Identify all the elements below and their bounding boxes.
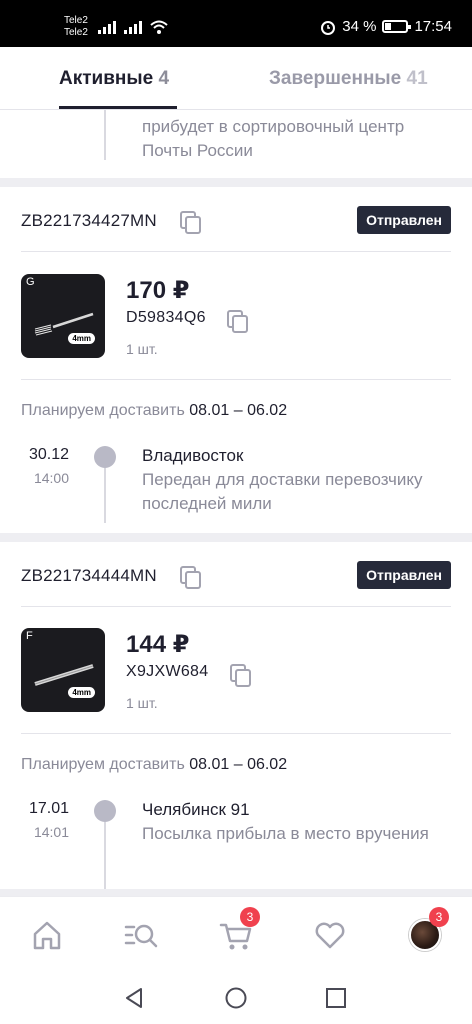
product-price: 170 ₽: [126, 277, 190, 304]
carrier-2: Tele2: [64, 27, 88, 38]
product-image[interactable]: F 4mm: [21, 628, 105, 712]
heart-icon: [315, 922, 345, 949]
tab-active[interactable]: Активные 4: [59, 68, 169, 90]
divider: [21, 379, 451, 380]
wifi-icon: [150, 20, 168, 34]
fork-tool-icon: [34, 312, 94, 336]
copy-icon[interactable]: [230, 664, 251, 687]
event-time: 14:00: [33, 470, 69, 486]
nav-catalog[interactable]: [121, 915, 161, 955]
signal-indicators: [98, 20, 168, 34]
tab-active-label: Активные: [59, 68, 154, 89]
recents-icon[interactable]: [324, 986, 348, 1010]
timeline-dot: [94, 800, 116, 822]
divider: [21, 733, 451, 734]
divider: [21, 606, 451, 607]
status-badge: Отправлен: [357, 561, 451, 589]
copy-icon[interactable]: [227, 310, 248, 333]
home-circle-icon[interactable]: [224, 986, 248, 1010]
timeline-line: [104, 822, 106, 889]
product-quantity: 1 шт.: [126, 695, 158, 711]
product-price: 144 ₽: [126, 631, 190, 658]
event-city: Владивосток: [142, 446, 244, 465]
timeline-line: [104, 468, 106, 523]
active-tab-indicator: [59, 106, 177, 109]
delivery-estimate: Планируем доставить 08.01 – 06.02: [21, 402, 287, 420]
carrier-names: Tele2 Tele2: [64, 15, 88, 39]
tracking-number: ZB221734427MN: [21, 211, 157, 230]
event-date: 17.01: [28, 800, 69, 817]
tab-completed[interactable]: Завершенные 41: [269, 68, 428, 90]
delivery-estimate-label: Планируем доставить: [21, 756, 185, 773]
shipment-card[interactable]: ZB221734427MN Отправлен G 4mm 170 ₽ D598…: [0, 187, 472, 533]
previous-shipment-fragment: прибудет в сортировочный центр Почты Рос…: [0, 110, 472, 178]
nav-cart[interactable]: 3: [216, 907, 260, 955]
home-icon: [33, 921, 61, 950]
battery-icon: [382, 20, 412, 33]
divider: [21, 251, 451, 252]
battery-percent: 34 %: [342, 18, 377, 35]
bottom-navigation: 3 3: [0, 896, 472, 974]
product-image-size-label: 4mm: [68, 333, 95, 344]
profile-notification-badge: 3: [429, 907, 449, 927]
status-badge: Отправлен: [357, 206, 451, 234]
status-bar: Tele2 Tele2 34 % 17:54: [0, 0, 472, 47]
clock: 17:54: [414, 18, 452, 35]
event-date: 30.12: [28, 446, 69, 463]
product-quantity: 1 шт.: [126, 341, 158, 357]
product-sku: D59834Q6: [126, 309, 206, 326]
delivery-estimate-range: 08.01 – 06.02: [189, 402, 288, 419]
carrier-1: Tele2: [64, 15, 88, 26]
product-sku: X9JXW684: [126, 663, 209, 680]
event-city: Челябинск 91: [142, 800, 250, 819]
event-time: 14:01: [33, 824, 69, 840]
shipment-card[interactable]: ZB221734444MN Отправлен F 4mm 144 ₽ X9JX…: [0, 542, 472, 889]
delivery-estimate-label: Планируем доставить: [21, 402, 185, 419]
event-description: Посылка прибыла в место вручения: [142, 824, 429, 843]
signal-icon: [124, 20, 142, 34]
product-image[interactable]: G 4mm: [21, 274, 105, 358]
nav-home[interactable]: [27, 915, 67, 955]
signal-icon: [98, 20, 116, 34]
system-navigation-bar: [0, 974, 472, 1024]
alarm-icon: [321, 20, 336, 35]
timeline-dot: [94, 446, 116, 468]
tab-completed-count: 41: [406, 68, 428, 89]
timeline-description: прибудет в сортировочный центр Почты Рос…: [142, 117, 405, 160]
copy-icon[interactable]: [180, 211, 201, 234]
chisel-tool-icon: [34, 664, 94, 686]
timeline-line: [104, 110, 106, 160]
tab-completed-label: Завершенные: [269, 68, 402, 89]
product-image-size-label: 4mm: [68, 687, 95, 698]
catalog-search-icon: [124, 924, 158, 948]
nav-favorites[interactable]: [310, 915, 350, 955]
cart-count-badge: 3: [240, 907, 260, 927]
status-right: 34 % 17:54: [320, 18, 452, 35]
tracking-number: ZB221734444MN: [21, 566, 157, 585]
event-description: Передан для доставки перевозчику последн…: [142, 470, 423, 513]
back-icon[interactable]: [123, 986, 147, 1010]
nav-profile[interactable]: 3: [405, 907, 449, 955]
order-tabs: Активные 4 Завершенные 41: [0, 47, 472, 110]
shipment-list[interactable]: прибудет в сортировочный центр Почты Рос…: [0, 110, 472, 896]
delivery-estimate: Планируем доставить 08.01 – 06.02: [21, 756, 287, 774]
delivery-estimate-range: 08.01 – 06.02: [189, 756, 288, 773]
tab-active-count: 4: [158, 68, 170, 89]
copy-icon[interactable]: [180, 566, 201, 589]
